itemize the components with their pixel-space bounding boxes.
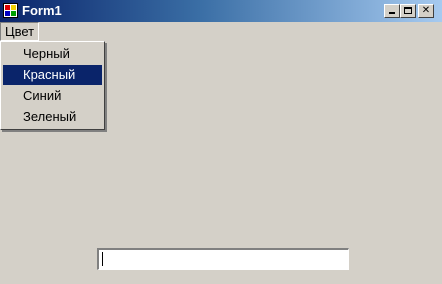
minimize-button[interactable]	[384, 4, 400, 18]
close-button[interactable]: ✕	[418, 4, 434, 18]
menu-color[interactable]: Цвет	[0, 22, 40, 41]
close-icon: ✕	[421, 5, 431, 16]
menu-item-black[interactable]: Черный	[3, 44, 102, 64]
maximize-button[interactable]	[400, 4, 416, 18]
app-icon-blue	[5, 11, 10, 16]
menu-item-green[interactable]: Зеленый	[3, 107, 102, 127]
app-icon-yellow	[11, 5, 16, 10]
maximize-icon	[404, 7, 412, 14]
menu-item-red[interactable]: Красный	[3, 65, 102, 85]
window-title: Form1	[22, 3, 62, 18]
title-bar[interactable]: Form1 ✕	[0, 0, 442, 22]
app-icon-red	[5, 5, 10, 10]
form-window: Form1 ✕ Цвет Черный Красный Синий Зелены…	[0, 0, 442, 284]
minimize-icon	[389, 12, 395, 14]
app-icon-green	[11, 11, 16, 16]
app-icon[interactable]	[3, 3, 18, 18]
text-input[interactable]	[97, 248, 349, 270]
menu-bar: Цвет	[0, 22, 442, 41]
color-dropdown-menu: Черный Красный Синий Зеленый	[0, 41, 105, 130]
menu-item-blue[interactable]: Синий	[3, 86, 102, 106]
text-caret	[102, 252, 103, 266]
